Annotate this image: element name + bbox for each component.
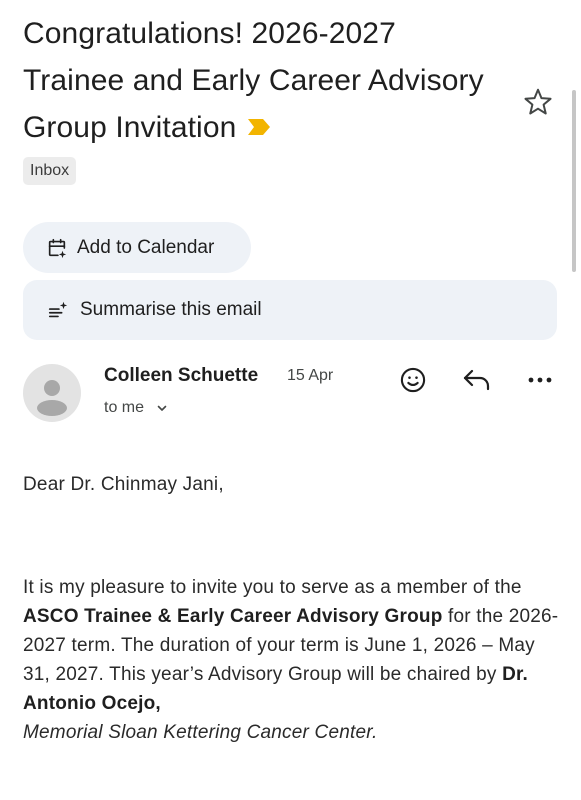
email-subject: Congratulations! 2026-2027 Trainee and E… (23, 10, 503, 151)
add-to-calendar-label: Add to Calendar (77, 236, 215, 258)
calendar-sparkle-icon (46, 237, 68, 259)
advisory-group-name: ASCO Trainee & Early Career Advisory Gro… (23, 606, 443, 627)
scrollbar[interactable] (572, 90, 576, 272)
body-text-segment: It is my pleasure to invite you to serve… (23, 577, 522, 598)
important-marker-icon[interactable] (246, 104, 272, 151)
summarise-email-label: Summarise this email (80, 299, 262, 320)
email-greeting: Dear Dr. Chinmay Jani, (23, 474, 224, 495)
recipient-details-toggle[interactable]: to me (104, 399, 168, 417)
chair-affiliation: Memorial Sloan Kettering Cancer Center. (23, 722, 378, 743)
recipient-label: to me (104, 399, 145, 416)
reply-icon[interactable] (460, 364, 494, 396)
star-icon[interactable] (522, 86, 554, 118)
sender-name[interactable]: Colleen Schuette (104, 365, 258, 387)
emoji-react-icon[interactable] (397, 364, 429, 396)
add-to-calendar-button[interactable]: Add to Calendar (23, 222, 251, 273)
chevron-down-icon (156, 402, 168, 414)
avatar[interactable] (23, 364, 81, 422)
inbox-label-chip[interactable]: Inbox (23, 157, 77, 185)
more-options-icon[interactable] (524, 364, 556, 396)
email-body-paragraph: It is my pleasure to invite you to serve… (23, 573, 563, 747)
summarise-sparkle-icon (47, 299, 69, 321)
sender-date: 15 Apr (287, 367, 334, 384)
summarise-email-button[interactable]: Summarise this email (23, 280, 557, 340)
avatar-person-icon (37, 380, 67, 416)
